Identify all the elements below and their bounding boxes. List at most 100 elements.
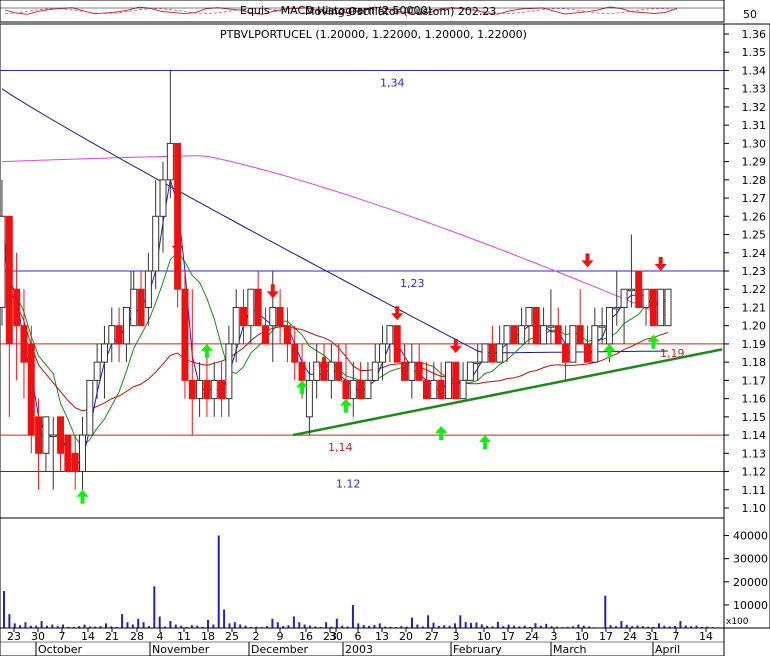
candle-body: [13, 288, 21, 327]
day-tick-label: 3: [551, 630, 558, 643]
candle-body: [422, 379, 430, 400]
candle-body: [144, 270, 152, 308]
candle-body: [613, 306, 621, 310]
candle-body: [496, 343, 504, 363]
candle-body: [269, 306, 277, 327]
indicator-panel: Equis - MACD Histogram (2.50000) Moving …: [0, 0, 757, 23]
candle-body: [605, 306, 613, 345]
candle-body: [503, 325, 511, 345]
month-label: October: [38, 643, 82, 656]
candle-body: [225, 343, 233, 400]
volume-tick-label: 30000: [733, 553, 768, 566]
candle-body: [379, 343, 387, 363]
candle-body: [5, 215, 13, 345]
candle-body: [35, 416, 43, 454]
volume-tick-label: 20000: [733, 576, 768, 589]
candle-body: [42, 416, 50, 454]
candle-body: [547, 325, 555, 328]
candle-body: [357, 379, 365, 400]
price-tick-label: 1.17: [742, 374, 767, 387]
volume-unit-label: x100: [726, 617, 749, 627]
candle-body: [488, 343, 496, 363]
volume-panel-frame: [0, 517, 725, 629]
candle-body: [569, 325, 577, 363]
candle-body: [349, 379, 357, 400]
candle-body: [181, 288, 189, 381]
candle-body: [657, 288, 665, 327]
day-tick-label: 10: [477, 630, 491, 643]
day-tick-label: 7: [59, 630, 66, 643]
day-tick-label: 16: [299, 630, 313, 643]
day-tick-label: 30: [31, 630, 45, 643]
price-tick-label: 1.16: [742, 393, 767, 406]
candle-body: [254, 288, 262, 327]
candle-body: [203, 379, 211, 400]
candle-body: [93, 361, 101, 381]
candle-body: [64, 434, 72, 473]
day-tick-label: 17: [501, 630, 515, 643]
candle-body: [554, 325, 562, 345]
candle-body: [276, 306, 284, 327]
candle-body: [642, 288, 650, 308]
candle-body: [291, 343, 299, 363]
day-tick-label: 9: [277, 630, 284, 643]
candle-body: [430, 379, 438, 400]
candle-body: [576, 325, 584, 345]
day-tick-label: 30: [329, 630, 343, 643]
price-tick-label: 1.31: [742, 119, 767, 132]
candle-body: [49, 434, 57, 438]
candle-body: [305, 379, 313, 418]
candle-body: [86, 379, 94, 436]
time-axis: 23 30 7 14 21 28 4 11 18 25 2 9 16 2330 6 13 20 27 3 10 17 24…: [0, 627, 725, 657]
day-tick-label: 2: [253, 630, 260, 643]
price-tick-label: 1.13: [742, 447, 767, 460]
candle-body: [635, 270, 643, 308]
day-tick-label: 24: [525, 630, 539, 643]
candle-body: [122, 306, 130, 345]
volume-tick-label: 10000: [733, 599, 768, 612]
candle-body: [130, 288, 138, 327]
day-tick-label: 18: [201, 630, 215, 643]
candle-body: [342, 379, 350, 400]
candle-body: [459, 379, 467, 400]
candle-body: [0, 215, 6, 308]
level-label: 1,34: [380, 76, 405, 89]
candle-body: [540, 325, 548, 345]
day-tick-label: 28: [130, 630, 144, 643]
level-label: 1,23: [400, 277, 425, 290]
price-tick-label: 1.33: [742, 83, 767, 96]
day-tick-label: 17: [599, 630, 613, 643]
price-tick-label: 1.28: [742, 174, 767, 187]
candle-body: [386, 325, 394, 345]
price-tick-label: 1.12: [742, 466, 767, 479]
price-tick-label: 1.26: [742, 210, 767, 223]
month-label: February: [453, 643, 502, 656]
candle-body: [174, 142, 182, 290]
candle-body: [562, 343, 570, 363]
level-label: 1.12: [336, 478, 361, 491]
day-tick-label: 27: [425, 630, 439, 643]
candle-body: [364, 379, 372, 400]
price-tick-label: 1.14: [742, 429, 767, 442]
day-tick-label: 3: [453, 630, 460, 643]
indicator-legend-overlap: Moving Oscillator (Custom) 202.23: [305, 5, 496, 18]
candle-body: [481, 343, 489, 363]
day-tick-label: 6: [355, 630, 362, 643]
price-tick-label: 1.30: [742, 137, 767, 150]
candle-body: [108, 325, 116, 345]
candle-body: [115, 325, 123, 345]
price-tick-label: 1.27: [742, 192, 767, 205]
day-tick-label: 13: [375, 630, 389, 643]
candle-body: [159, 179, 167, 217]
month-label: December: [251, 643, 309, 656]
price-tick-label: 1.29: [742, 156, 767, 169]
stock-chart: Equis - MACD Histogram (2.50000) Moving …: [0, 0, 770, 657]
day-tick-label: 10: [575, 630, 589, 643]
month-label: 2003: [345, 643, 373, 656]
candle-body: [79, 434, 87, 473]
candle-body: [649, 288, 657, 327]
price-tick-label: 1.22: [742, 283, 767, 296]
candle-body: [598, 325, 606, 328]
candle-body: [152, 215, 160, 272]
candle-body: [218, 379, 226, 400]
